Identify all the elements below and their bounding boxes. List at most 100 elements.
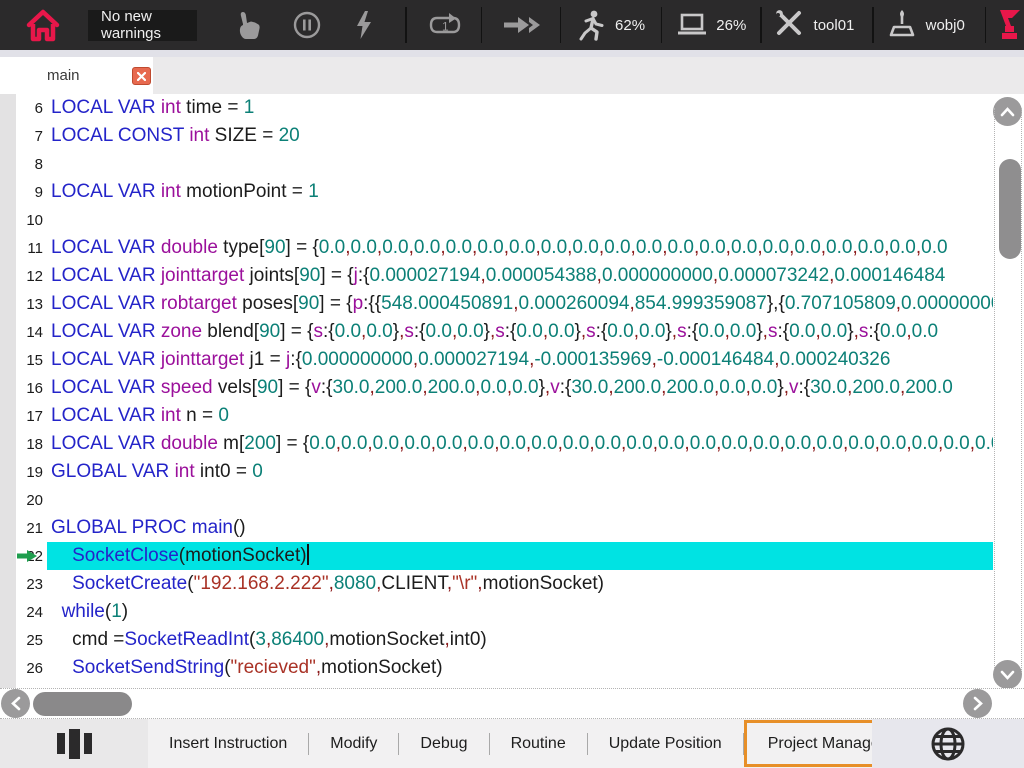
tab-close-button[interactable] [132, 67, 151, 85]
tool-value: tool01 [814, 17, 855, 34]
code-line[interactable]: 16LOCAL VAR speed vels[90] = {v:{30.0,20… [0, 374, 993, 402]
vertical-track[interactable] [994, 108, 1022, 674]
warning-text: No new warnings [101, 8, 197, 42]
code-text: LOCAL VAR jointtarget joints[90] = {j:{0… [47, 262, 993, 290]
code-text: LOCAL VAR int motionPoint = 1 [47, 178, 993, 206]
joystick-icon [888, 9, 916, 41]
fast-forward-icon [502, 13, 542, 37]
system-button[interactable] [676, 12, 708, 38]
toolbar-item-insert-instruction[interactable]: Insert Instruction [148, 720, 308, 767]
top-status-bar: No new warnings 1 [0, 0, 1024, 50]
divider [481, 7, 482, 43]
code-line[interactable]: 19GLOBAL VAR int int0 = 0 [0, 458, 993, 486]
code-text: LOCAL VAR double type[90] = {0.0,0.0,0.0… [47, 234, 993, 262]
code-line[interactable]: 15LOCAL VAR jointtarget j1 = j:{0.000000… [0, 346, 993, 374]
code-text: LOCAL VAR speed vels[90] = {v:{30.0,200.… [47, 374, 993, 402]
panel-toggle-button[interactable] [0, 719, 148, 768]
code-text: cmd =SocketReadInt(3,86400,motionSocket,… [47, 626, 993, 654]
hand-jog-icon [233, 10, 261, 40]
code-text: GLOBAL PROC main() [47, 514, 993, 542]
step-forward-button[interactable] [502, 13, 542, 37]
code-line[interactable]: 24 while(1) [0, 598, 993, 626]
pause-button[interactable] [292, 10, 322, 40]
divider [560, 7, 561, 43]
hand-jog-button[interactable] [233, 10, 261, 40]
code-lines: 6LOCAL VAR int time = 17LOCAL CONST int … [0, 94, 993, 682]
flash-button[interactable] [353, 10, 375, 40]
line-number: 11 [0, 240, 47, 257]
code-line[interactable]: 21GLOBAL PROC main() [0, 514, 993, 542]
divider [872, 7, 873, 43]
scroll-left-button[interactable] [1, 689, 30, 718]
speed-button[interactable] [577, 9, 607, 41]
loop-once-button[interactable]: 1 [427, 11, 463, 39]
code-line[interactable]: 9LOCAL VAR int motionPoint = 1 [0, 178, 993, 206]
chevron-left-icon [11, 696, 21, 711]
line-number: 20 [0, 492, 47, 509]
line-number: 26 [0, 660, 47, 677]
code-line[interactable]: 12LOCAL VAR jointtarget joints[90] = {j:… [0, 262, 993, 290]
code-editor[interactable]: 6LOCAL VAR int time = 17LOCAL CONST int … [0, 94, 993, 688]
home-button[interactable] [24, 6, 62, 44]
code-text: LOCAL VAR jointtarget j1 = j:{0.00000000… [47, 346, 993, 374]
code-line[interactable]: 25 cmd =SocketReadInt(3,86400,motionSock… [0, 626, 993, 654]
code-line[interactable]: 18LOCAL VAR double m[200] = {0.0,0.0,0.0… [0, 430, 993, 458]
tool-button[interactable] [774, 10, 804, 40]
scroll-right-button[interactable] [963, 689, 992, 718]
vertical-thumb[interactable] [999, 159, 1021, 259]
language-button[interactable] [872, 719, 1024, 768]
toolbar-item-modify[interactable]: Modify [309, 720, 398, 767]
loop-once-icon: 1 [427, 11, 463, 39]
workobject-value: wobj0 [926, 17, 965, 34]
pause-icon [292, 10, 322, 40]
toolbar-item-debug[interactable]: Debug [399, 720, 488, 767]
vertical-scrollbar [993, 94, 1024, 688]
code-line[interactable]: 6LOCAL VAR int time = 1 [0, 94, 993, 122]
line-number: 8 [0, 156, 47, 173]
code-text: LOCAL VAR double m[200] = {0.0,0.0,0.0,0… [47, 430, 993, 458]
line-number: 21 [0, 520, 47, 537]
code-text: SocketCreate("192.168.2.222",8080,CLIENT… [47, 570, 993, 598]
tab-main[interactable]: main [0, 57, 153, 94]
tab-label: main [47, 67, 80, 84]
chevron-down-icon [1000, 670, 1015, 680]
code-line[interactable]: 14LOCAL VAR zone blend[90] = {s:{0.0,0.0… [0, 318, 993, 346]
warning-banner[interactable]: No new warnings [88, 10, 197, 41]
divider-strip [0, 50, 1024, 57]
line-number: 18 [0, 436, 47, 453]
line-number: 14 [0, 324, 47, 341]
globe-icon [930, 726, 966, 762]
code-line[interactable]: 13LOCAL VAR robtarget poses[90] = {p:{{5… [0, 290, 993, 318]
svg-text:1: 1 [442, 20, 449, 34]
code-text [47, 206, 993, 234]
workobject-button[interactable] [888, 9, 916, 41]
code-line[interactable]: 20 [0, 486, 993, 514]
scroll-down-button[interactable] [993, 660, 1022, 689]
code-line[interactable]: 10 [0, 206, 993, 234]
code-text [47, 150, 993, 178]
system-value: 26% [716, 17, 746, 34]
code-line[interactable]: 23 SocketCreate("192.168.2.222",8080,CLI… [0, 570, 993, 598]
panel-bars-icon [57, 729, 92, 759]
horizontal-scrollbar[interactable] [0, 688, 1024, 719]
code-text: GLOBAL VAR int int0 = 0 [47, 458, 993, 486]
code-line[interactable]: 8 [0, 150, 993, 178]
code-line[interactable]: 26 SocketSendString("recieved",motionSoc… [0, 654, 993, 682]
code-line[interactable]: 7LOCAL CONST int SIZE = 20 [0, 122, 993, 150]
horizontal-thumb[interactable] [33, 692, 132, 716]
divider [661, 7, 662, 43]
speed-value: 62% [615, 17, 645, 34]
brand-robot-logo [998, 8, 1024, 42]
code-text: SocketSendString("recieved",motionSocket… [47, 654, 993, 682]
code-line[interactable]: 22 SocketClose(motionSocket) [0, 542, 993, 570]
code-line[interactable]: 17LOCAL VAR int n = 0 [0, 402, 993, 430]
line-number: 17 [0, 408, 47, 425]
code-line[interactable]: 11LOCAL VAR double type[90] = {0.0,0.0,0… [0, 234, 993, 262]
code-text: LOCAL VAR int n = 0 [47, 402, 993, 430]
tools-icon [774, 10, 804, 40]
toolbar-item-update-position[interactable]: Update Position [588, 720, 743, 767]
runner-icon [577, 9, 607, 41]
toolbar-item-routine[interactable]: Routine [490, 720, 587, 767]
line-number: 16 [0, 380, 47, 397]
divider [405, 7, 406, 43]
